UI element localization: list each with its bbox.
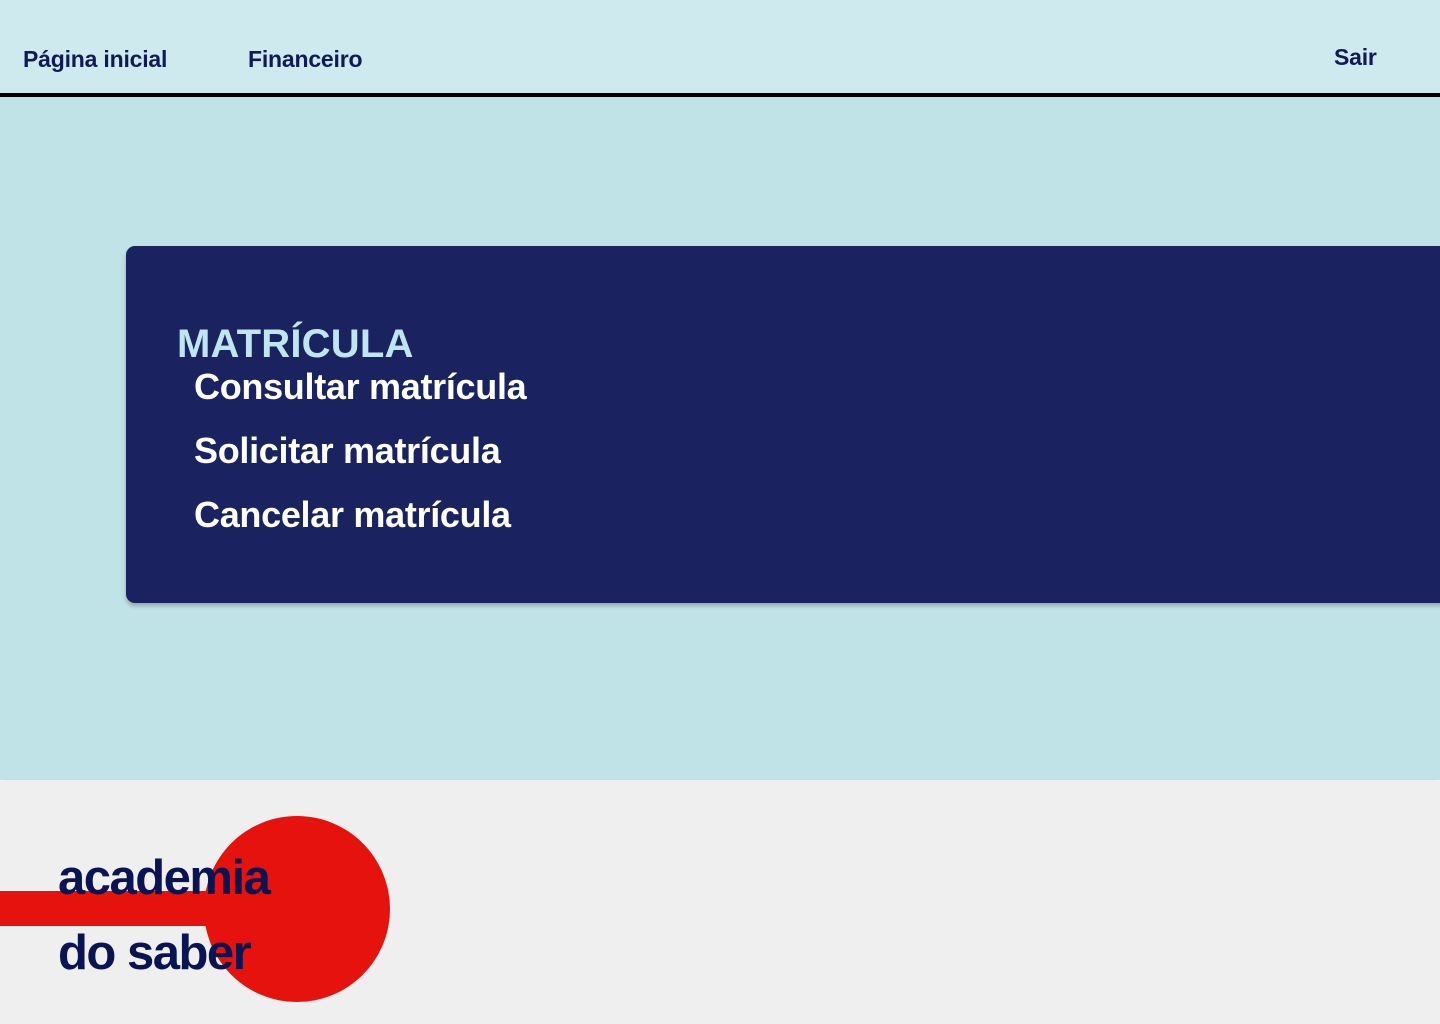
matricula-card: MATRÍCULA Consultar matrícula Solicitar … <box>126 246 1440 603</box>
logo-text-line-1: academia <box>58 851 271 905</box>
top-navigation: Página inicial Financeiro Sair <box>0 0 1440 97</box>
academia-do-saber-logo: academia do saber <box>0 780 420 1024</box>
menu-item-cancelar-matricula[interactable]: Cancelar matrícula <box>194 494 526 558</box>
nav-link-home[interactable]: Página inicial <box>23 46 167 73</box>
logo-text-line-2: do saber <box>58 926 252 980</box>
matricula-menu: Consultar matrícula Solicitar matrícula … <box>194 366 527 558</box>
nav-link-financeiro[interactable]: Financeiro <box>248 46 363 73</box>
footer: academia do saber <box>0 780 1440 1024</box>
menu-item-solicitar-matricula[interactable]: Solicitar matrícula <box>194 430 526 494</box>
card-title: MATRÍCULA <box>177 322 414 367</box>
logout-link[interactable]: Sair <box>1334 44 1377 71</box>
main-content: MATRÍCULA Consultar matrícula Solicitar … <box>0 97 1440 779</box>
menu-item-consultar-matricula[interactable]: Consultar matrícula <box>194 366 527 430</box>
